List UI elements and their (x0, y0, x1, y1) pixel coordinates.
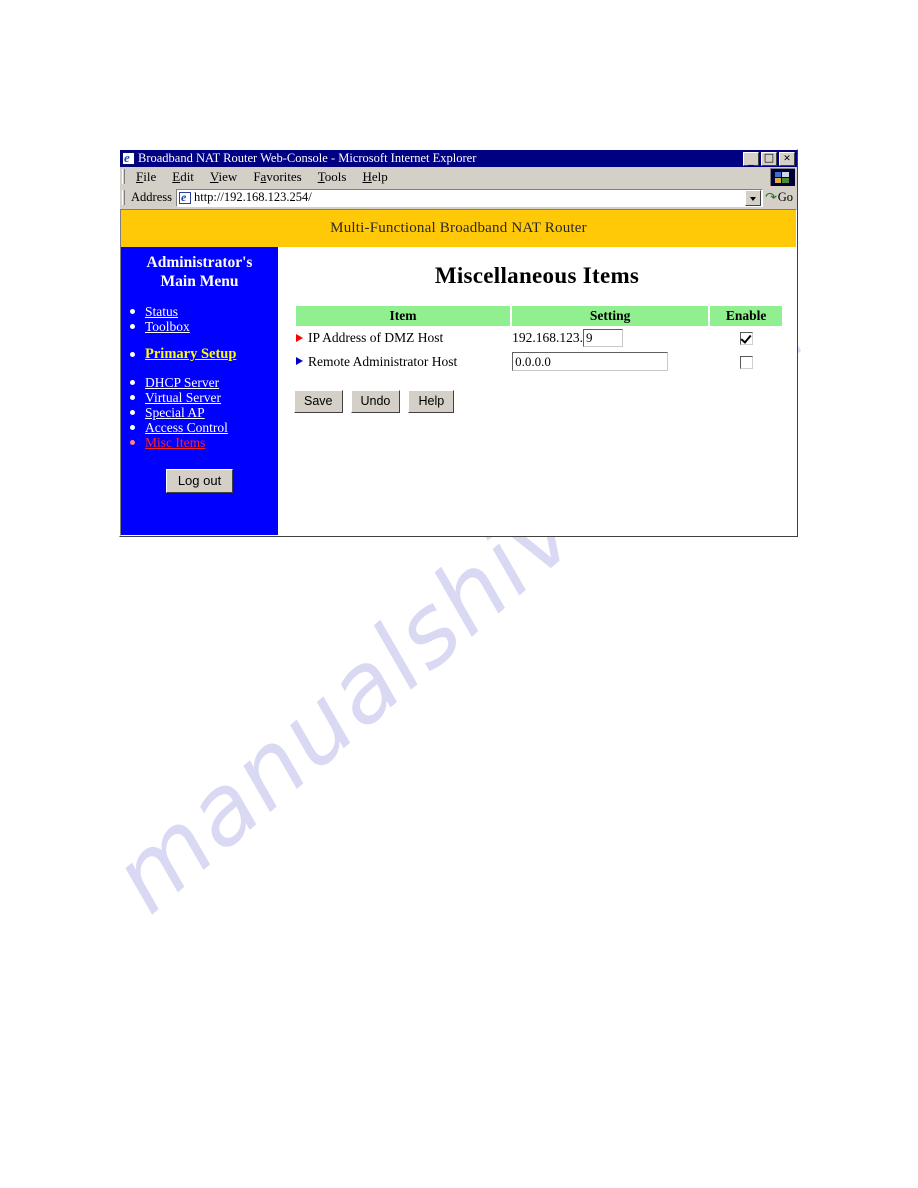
logout-container: Log out (121, 469, 278, 493)
sidebar-item-special-ap[interactable]: Special AP (121, 405, 278, 420)
minimize-button[interactable]: _ (743, 151, 759, 166)
bullet-icon (130, 425, 135, 430)
close-icon: ✕ (783, 153, 791, 164)
sidebar: Administrator's Main Menu Status Toolbox (121, 247, 278, 535)
go-button[interactable]: ↷ Go (763, 190, 797, 205)
column-header-item: Item (296, 306, 511, 326)
window-controls: _ □ ✕ (743, 150, 796, 166)
sidebar-item-label: Access Control (145, 420, 228, 435)
sidebar-group-2: Primary Setup (121, 347, 278, 362)
sidebar-item-status[interactable]: Status (121, 304, 278, 319)
column-header-enable: Enable (710, 306, 782, 326)
sidebar-item-label: Status (145, 304, 179, 319)
help-button[interactable]: Help (408, 390, 455, 413)
sidebar-item-access-control[interactable]: Access Control (121, 420, 278, 435)
browser-window: Broadband NAT Router Web-Console - Micro… (119, 149, 798, 537)
logout-button[interactable]: Log out (165, 469, 234, 493)
page-globe-icon (178, 191, 191, 204)
window-title: Broadband NAT Router Web-Console - Micro… (138, 152, 477, 165)
ie-logo-icon (122, 152, 135, 165)
menu-help[interactable]: Help (354, 169, 395, 185)
banner-title: Multi-Functional Broadband NAT Router (330, 220, 587, 236)
ie-throbber-icon (770, 168, 795, 186)
row-label-dmz-host: IP Address of DMZ Host (296, 327, 510, 349)
close-button[interactable]: ✕ (779, 151, 795, 166)
sidebar-title-line1: Administrator's (146, 254, 253, 271)
menu-view[interactable]: View (202, 169, 245, 185)
address-input[interactable]: http://192.168.123.254/ (175, 188, 763, 207)
chevron-down-icon[interactable] (744, 189, 761, 206)
address-drag-grip[interactable] (122, 190, 125, 205)
go-label: Go (777, 190, 793, 204)
site-banner: Multi-Functional Broadband NAT Router (121, 210, 796, 247)
sidebar-group-1: Status Toolbox (121, 304, 278, 334)
bullet-icon (130, 324, 135, 329)
table-row: Remote Administrator Host (296, 350, 782, 373)
address-label: Address (131, 190, 172, 204)
maximize-icon: □ (763, 150, 775, 164)
table-header-row: Item Setting Enable (296, 306, 782, 326)
column-header-setting: Setting (512, 306, 709, 326)
remote-admin-host-input[interactable] (512, 352, 669, 371)
save-button[interactable]: Save (294, 390, 343, 413)
title-bar: Broadband NAT Router Web-Console - Micro… (120, 150, 797, 167)
row-enable-remote-admin-host (710, 350, 782, 373)
bullet-icon (130, 380, 135, 385)
sidebar-item-label: Virtual Server (145, 390, 222, 405)
dmz-host-input[interactable] (582, 329, 623, 347)
page-title: Miscellaneous Items (434, 263, 640, 288)
page-viewport: Multi-Functional Broadband NAT Router Ad… (120, 209, 797, 536)
address-url-text: http://192.168.123.254/ (193, 190, 312, 204)
menu-tools[interactable]: Tools (310, 169, 355, 185)
triangle-bullet-icon (296, 333, 303, 342)
menu-drag-grip[interactable] (122, 169, 125, 184)
row-setting-remote-admin-host (512, 350, 708, 373)
form-buttons: Save Undo Help (294, 390, 782, 413)
sidebar-item-label: Toolbox (145, 319, 190, 334)
go-arrow-icon: ↷ (764, 190, 777, 204)
sidebar-item-label: Misc Items (145, 435, 206, 450)
sidebar-item-toolbox[interactable]: Toolbox (121, 319, 278, 334)
row-label-remote-admin-host: Remote Administrator Host (296, 350, 510, 373)
menu-favorites[interactable]: Favorites (245, 169, 309, 185)
row-label-text: Remote Administrator Host (308, 353, 458, 369)
bullet-icon (130, 440, 135, 445)
address-bar: Address http://192.168.123.254/ ↷ Go (120, 187, 797, 209)
bullet-icon (130, 395, 135, 400)
row-setting-dmz-host: 192.168.123. (512, 327, 708, 349)
bullet-icon (130, 309, 135, 314)
sidebar-item-label: DHCP Server (145, 375, 220, 390)
remote-admin-host-enable-checkbox[interactable] (739, 355, 753, 369)
table-row: IP Address of DMZ Host 192.168.123. (296, 327, 782, 349)
main-content: Miscellaneous Items Item Setting Enable … (278, 247, 796, 535)
menu-edit[interactable]: Edit (164, 169, 202, 185)
row-label-text: IP Address of DMZ Host (308, 330, 444, 345)
menu-file[interactable]: File (128, 169, 164, 185)
bullet-icon (130, 352, 135, 357)
row-enable-dmz-host (710, 327, 782, 349)
sidebar-group-3: DHCP Server Virtual Server Special AP Ac… (121, 375, 278, 450)
dmz-host-enable-checkbox[interactable] (739, 332, 753, 346)
sidebar-item-label: Special AP (145, 405, 205, 420)
menu-bar: File Edit View Favorites Tools Help (120, 167, 797, 187)
sidebar-item-primary-setup[interactable]: Primary Setup (121, 347, 278, 362)
misc-items-table: Item Setting Enable IP Address of DMZ Ho… (294, 305, 784, 374)
maximize-button[interactable]: □ (761, 150, 777, 166)
ip-prefix-text: 192.168.123. (512, 330, 583, 345)
minimize-icon: _ (748, 152, 754, 166)
bullet-icon (130, 410, 135, 415)
triangle-bullet-icon (296, 357, 303, 366)
sidebar-item-virtual-server[interactable]: Virtual Server (121, 390, 278, 405)
sidebar-item-misc-items[interactable]: Misc Items (121, 435, 278, 450)
undo-button[interactable]: Undo (350, 390, 401, 413)
sidebar-title-line2: Main Menu (160, 273, 239, 290)
page-body: Administrator's Main Menu Status Toolbox (121, 247, 796, 535)
sidebar-item-dhcp-server[interactable]: DHCP Server (121, 375, 278, 390)
sidebar-item-label: Primary Setup (145, 346, 237, 362)
